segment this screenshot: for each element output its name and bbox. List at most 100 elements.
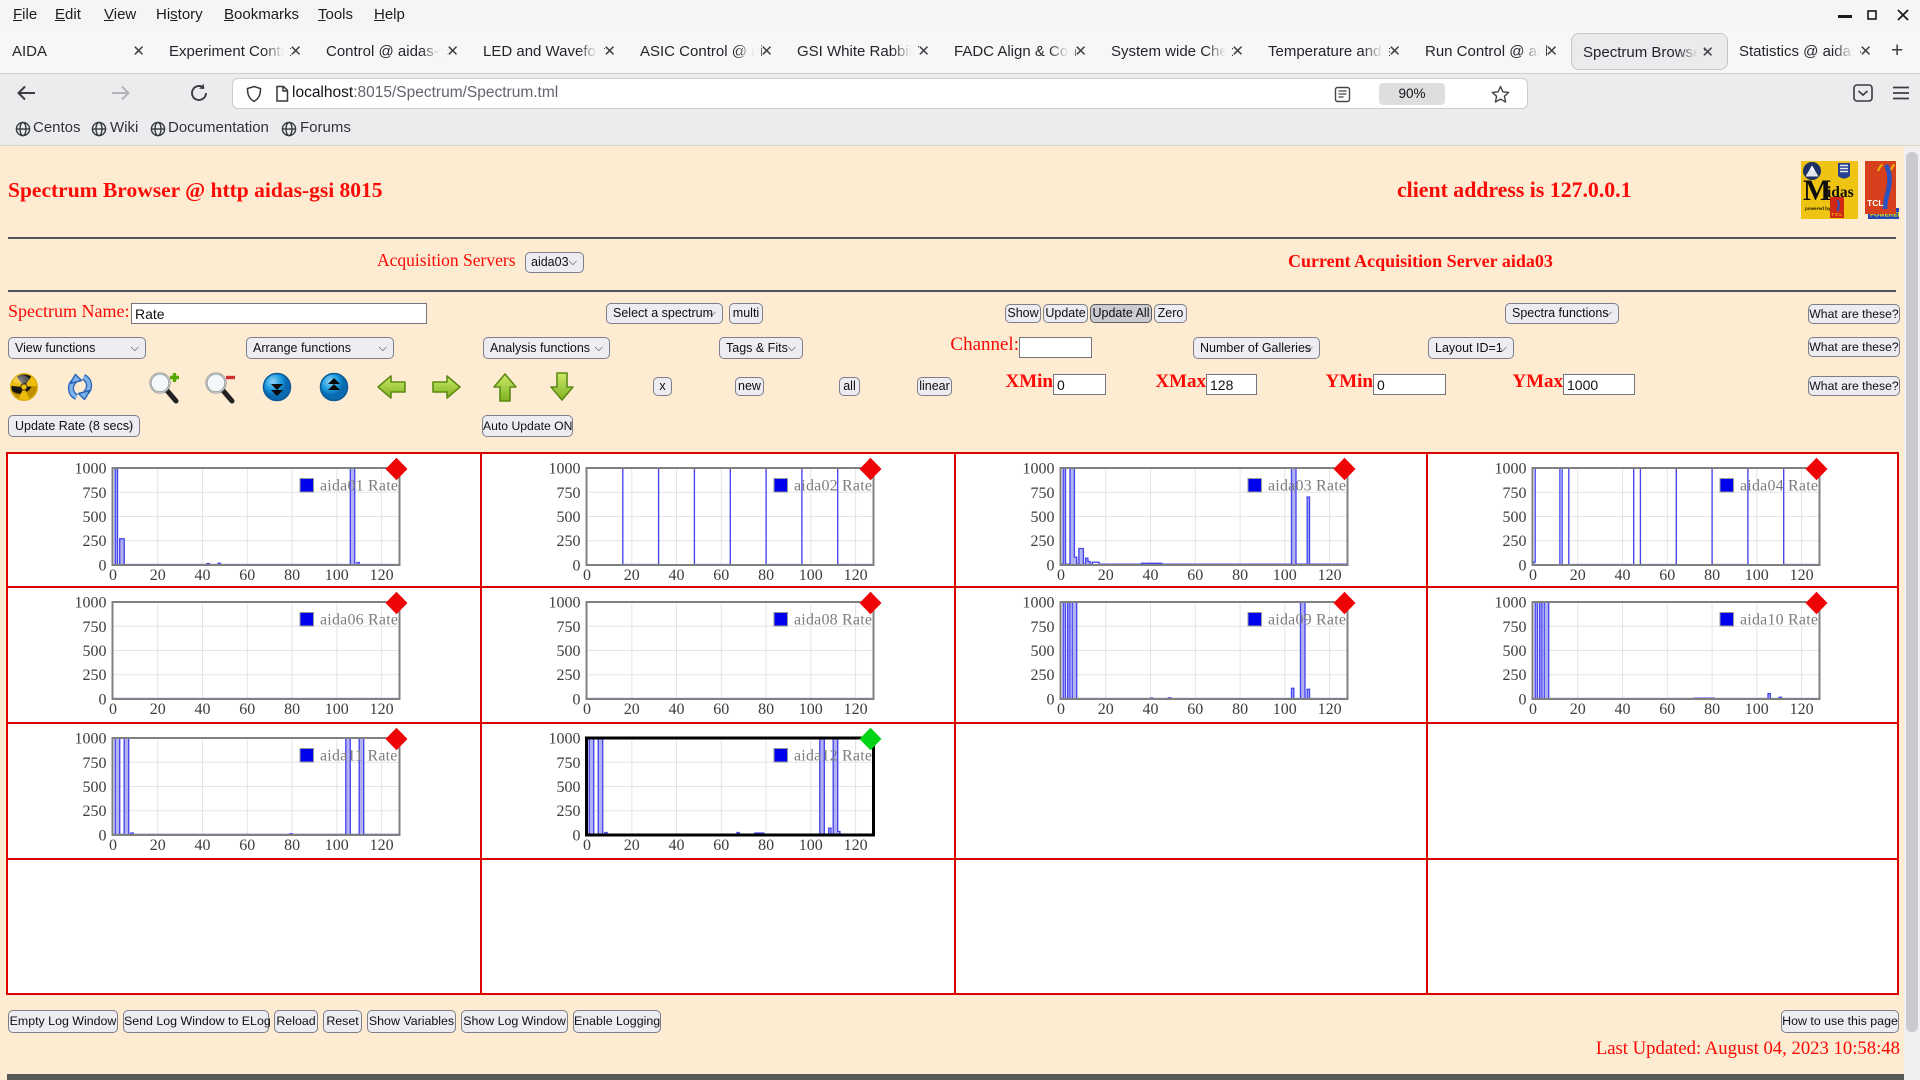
svg-text:100: 100 [799,701,823,718]
svg-text:aida04 Rate: aida04 Rate [1740,478,1818,495]
svg-text:120: 120 [1790,701,1814,718]
svg-text:0: 0 [573,692,581,709]
svg-text:80: 80 [1704,567,1720,584]
svg-text:1000: 1000 [549,595,581,612]
svg-text:20: 20 [1570,701,1586,718]
svg-text:40: 40 [669,837,685,854]
svg-text:250: 250 [1503,533,1527,550]
svg-text:750: 750 [83,755,107,772]
svg-text:500: 500 [1031,509,1055,526]
svg-text:aida02 Rate: aida02 Rate [794,478,872,495]
svg-text:aida09 Rate: aida09 Rate [1268,612,1346,629]
svg-text:250: 250 [557,803,581,820]
svg-text:1000: 1000 [549,461,581,478]
svg-text:500: 500 [83,779,107,796]
svg-text:60: 60 [239,701,255,718]
svg-text:120: 120 [1790,567,1814,584]
svg-text:80: 80 [758,837,774,854]
svg-text:500: 500 [557,779,581,796]
svg-text:aida08 Rate: aida08 Rate [794,612,872,629]
svg-text:0: 0 [1529,701,1537,718]
svg-text:aida01 Rate: aida01 Rate [320,478,398,495]
svg-text:T C L: T C L [1832,212,1843,217]
svg-text:750: 750 [1031,485,1055,502]
svg-text:0: 0 [1057,701,1065,718]
svg-text:60: 60 [1187,567,1203,584]
svg-text:0: 0 [99,692,107,709]
svg-text:0: 0 [583,837,591,854]
svg-text:40: 40 [1615,701,1631,718]
svg-text:100: 100 [1273,701,1297,718]
svg-text:60: 60 [713,837,729,854]
svg-text:750: 750 [1503,485,1527,502]
svg-text:60: 60 [1187,701,1203,718]
svg-text:aida12 Rate: aida12 Rate [794,748,872,765]
svg-text:TCL: TCL [1867,198,1884,208]
svg-text:250: 250 [83,803,107,820]
svg-text:0: 0 [573,558,581,575]
svg-text:aida06 Rate: aida06 Rate [320,612,398,629]
svg-text:20: 20 [1098,567,1114,584]
svg-text:100: 100 [325,837,349,854]
svg-text:0: 0 [1047,558,1055,575]
svg-text:120: 120 [1318,701,1342,718]
svg-text:250: 250 [557,667,581,684]
svg-text:250: 250 [1031,667,1055,684]
svg-text:80: 80 [284,567,300,584]
svg-text:1000: 1000 [1495,595,1527,612]
svg-text:60: 60 [713,701,729,718]
svg-text:750: 750 [557,755,581,772]
svg-text:20: 20 [624,701,640,718]
svg-text:80: 80 [284,701,300,718]
svg-text:0: 0 [1519,692,1527,709]
svg-text:20: 20 [624,837,640,854]
svg-text:80: 80 [1232,701,1248,718]
svg-text:aida11 Rate: aida11 Rate [320,748,398,765]
svg-text:1000: 1000 [75,461,107,478]
svg-text:40: 40 [195,837,211,854]
svg-text:500: 500 [557,509,581,526]
svg-text:100: 100 [799,837,823,854]
svg-text:40: 40 [669,701,685,718]
svg-text:750: 750 [557,485,581,502]
svg-text:0: 0 [109,567,117,584]
svg-text:100: 100 [325,701,349,718]
svg-text:80: 80 [284,837,300,854]
svg-text:500: 500 [83,643,107,660]
svg-text:120: 120 [844,701,868,718]
svg-text:750: 750 [83,619,107,636]
svg-text:40: 40 [195,701,211,718]
svg-text:0: 0 [1057,567,1065,584]
svg-text:60: 60 [713,567,729,584]
svg-text:500: 500 [557,643,581,660]
svg-text:1000: 1000 [1023,595,1055,612]
svg-text:100: 100 [325,567,349,584]
svg-text:120: 120 [370,701,394,718]
svg-text:20: 20 [150,837,166,854]
svg-text:40: 40 [1143,701,1159,718]
svg-text:750: 750 [557,619,581,636]
svg-text:40: 40 [1143,567,1159,584]
svg-text:60: 60 [239,567,255,584]
svg-text:20: 20 [1570,567,1586,584]
svg-text:80: 80 [758,701,774,718]
svg-text:1000: 1000 [1023,461,1055,478]
svg-text:0: 0 [573,828,581,845]
svg-text:1000: 1000 [549,731,581,748]
svg-text:250: 250 [83,533,107,550]
svg-text:250: 250 [83,667,107,684]
svg-text:500: 500 [83,509,107,526]
svg-text:0: 0 [99,558,107,575]
svg-text:40: 40 [1615,567,1631,584]
svg-text:40: 40 [195,567,211,584]
svg-text:120: 120 [1318,567,1342,584]
svg-text:750: 750 [1503,619,1527,636]
svg-text:120: 120 [844,837,868,854]
svg-text:1000: 1000 [1495,461,1527,478]
svg-text:0: 0 [99,828,107,845]
svg-text:120: 120 [844,567,868,584]
svg-text:750: 750 [83,485,107,502]
svg-text:0: 0 [583,701,591,718]
svg-text:60: 60 [1659,701,1675,718]
svg-text:1000: 1000 [75,595,107,612]
